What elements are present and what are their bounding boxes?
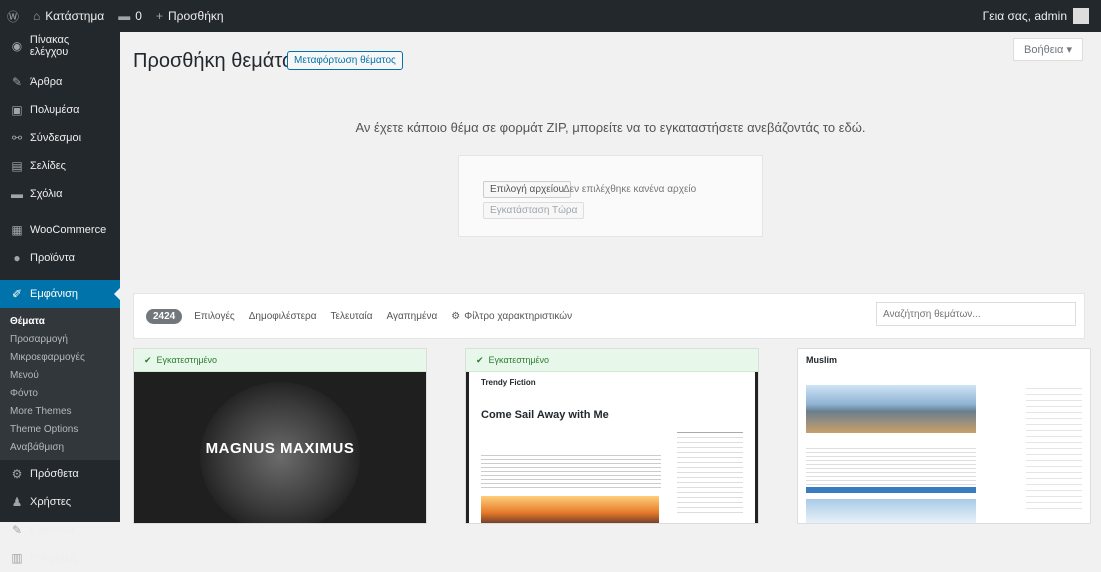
filter-favorites[interactable]: Αγαπημένα bbox=[387, 311, 438, 322]
preview-text-lines bbox=[806, 445, 976, 485]
search-themes-input[interactable] bbox=[876, 302, 1076, 326]
preview-text-lines bbox=[481, 452, 661, 488]
sidebar-item-settings[interactable]: ▥ Ρυθμίσεις bbox=[0, 544, 120, 572]
media-icon: ▣ bbox=[11, 103, 23, 117]
wordpress-logo-icon[interactable]: Ⓦ bbox=[0, 8, 26, 25]
sidebar-item-posts[interactable]: ✎ Άρθρα bbox=[0, 68, 120, 96]
comments-icon: ▬ bbox=[11, 187, 23, 201]
sidebar-item-pages[interactable]: ▤ Σελίδες bbox=[0, 152, 120, 180]
install-now-button[interactable]: Εγκατάσταση Τώρα bbox=[483, 202, 585, 219]
sidebar-item-appearance[interactable]: ✐ Εμφάνιση bbox=[0, 280, 120, 308]
upload-form: Επιλογή αρχείου Δεν επιλέχθηκε κανένα αρ… bbox=[458, 155, 763, 237]
account-menu[interactable]: Γεια σας, admin bbox=[983, 8, 1101, 24]
site-name-link[interactable]: ⌂ Κατάστημα bbox=[26, 9, 111, 23]
settings-icon: ▥ bbox=[11, 551, 23, 565]
theme-screenshot-title: MAGNUS MAXIMUS bbox=[205, 439, 355, 457]
filter-latest[interactable]: Τελευταία bbox=[331, 311, 373, 322]
no-file-text: Δεν επιλέχθηκε κανένα αρχείο bbox=[563, 184, 697, 195]
sidebar-item-products[interactable]: ● Προϊόντα bbox=[0, 244, 120, 272]
users-icon: ♟ bbox=[11, 495, 23, 509]
gear-icon: ⚙ bbox=[451, 310, 461, 322]
preview-widgets bbox=[1026, 383, 1082, 513]
sidebar-item-dashboard[interactable]: ◉ Πίνακας ελέγχου bbox=[0, 32, 120, 60]
woocommerce-icon: ▦ bbox=[11, 223, 23, 237]
sidebar-item-plugins[interactable]: ⚙ Πρόσθετα bbox=[0, 460, 120, 488]
comment-icon: ▬ bbox=[118, 9, 131, 23]
sidebar-item-comments[interactable]: ▬ Σχόλια bbox=[0, 180, 120, 208]
page-title: Προσθήκη θεμάτων bbox=[133, 50, 308, 72]
comments-link[interactable]: ▬ 0 bbox=[111, 9, 149, 23]
theme-card[interactable]: ✔ Εγκατεστημένο Trendy Fiction Come Sail … bbox=[465, 348, 759, 524]
submenu-customize[interactable]: Προσαρμογή bbox=[0, 330, 120, 348]
theme-card[interactable]: Muslim bbox=[797, 348, 1091, 524]
submenu-theme-options[interactable]: Theme Options bbox=[0, 420, 120, 438]
avatar bbox=[1073, 8, 1089, 24]
filter-popular[interactable]: Δημοφιλέστερα bbox=[249, 311, 317, 322]
checkmark-icon: ✔ bbox=[144, 354, 152, 365]
sidebar-item-tools[interactable]: ✎ Εργαλεία bbox=[0, 516, 120, 544]
city-skyline-image bbox=[806, 385, 976, 433]
installed-notice: ✔ Εγκατεστημένο bbox=[466, 349, 758, 372]
submenu-more-themes[interactable]: More Themes bbox=[0, 402, 120, 420]
submenu-menus[interactable]: Μενού bbox=[0, 366, 120, 384]
appearance-icon: ✐ bbox=[11, 287, 23, 301]
preview-blue-bar bbox=[806, 487, 976, 493]
sidebar-item-woocommerce[interactable]: ▦ WooCommerce bbox=[0, 216, 120, 244]
appearance-submenu: Θέματα Προσαρμογή Μικροεφαρμογές Μενού Φ… bbox=[0, 308, 120, 460]
theme-screenshot: Trendy Fiction Come Sail Away with Me bbox=[466, 372, 758, 523]
checkmark-icon: ✔ bbox=[476, 354, 484, 365]
upload-description: Αν έχετε κάποιο θέμα σε φορμάτ ZIP, μπορ… bbox=[355, 120, 866, 135]
preview-site-title: Trendy Fiction bbox=[481, 378, 536, 387]
plus-icon: + bbox=[155, 9, 163, 23]
preview-sidebar bbox=[677, 432, 743, 513]
filter-featured[interactable]: Επιλογές bbox=[194, 311, 234, 322]
theme-card[interactable]: ✔ Εγκατεστημένο MAGNUS MAXIMUS bbox=[133, 348, 427, 524]
tools-icon: ✎ bbox=[11, 523, 23, 537]
dashboard-icon: ◉ bbox=[11, 39, 23, 53]
choose-file-button[interactable]: Επιλογή αρχείου bbox=[483, 181, 571, 198]
admin-sidebar: ◉ Πίνακας ελέγχου ✎ Άρθρα ▣ Πολυμέσα ⚯ Σύνδε… bbox=[0, 32, 120, 565]
plugins-icon: ⚙ bbox=[11, 467, 23, 481]
theme-screenshot: Muslim bbox=[798, 349, 1090, 523]
preview-post-title: Come Sail Away with Me bbox=[481, 409, 609, 421]
preview-photo bbox=[806, 499, 976, 523]
submenu-background[interactable]: Φόντο bbox=[0, 384, 120, 402]
submenu-upgrade[interactable]: Αναβάθμιση bbox=[0, 438, 120, 456]
theme-screenshot: MAGNUS MAXIMUS bbox=[134, 372, 426, 523]
installed-notice: ✔ Εγκατεστημένο bbox=[134, 349, 426, 372]
upload-theme-button[interactable]: Μεταφόρτωση θέματος bbox=[287, 51, 403, 70]
products-icon: ● bbox=[13, 251, 21, 265]
feature-filter-button[interactable]: ⚙ Φίλτρο χαρακτηριστικών bbox=[451, 311, 572, 322]
help-button[interactable]: Βοήθεια ▾ bbox=[1013, 38, 1083, 61]
sidebar-item-users[interactable]: ♟ Χρήστες bbox=[0, 488, 120, 516]
preview-brand: Muslim bbox=[806, 355, 838, 365]
submenu-widgets[interactable]: Μικροεφαρμογές bbox=[0, 348, 120, 366]
sunset-image bbox=[481, 496, 659, 523]
new-content-link[interactable]: + Προσθήκη bbox=[149, 9, 231, 23]
pin-icon: ✎ bbox=[11, 75, 23, 89]
theme-count-badge: 2424 bbox=[146, 308, 183, 324]
home-icon: ⌂ bbox=[33, 9, 41, 23]
theme-filter-bar: 2424 Επιλογές Δημοφιλέστερα Τελευταία Αγ… bbox=[133, 293, 1085, 339]
admin-bar: Ⓦ ⌂ Κατάστημα ▬ 0 + Προσθήκη Γεια σας, admi… bbox=[0, 0, 1101, 32]
pages-icon: ▤ bbox=[11, 159, 23, 173]
submenu-themes[interactable]: Θέματα bbox=[0, 312, 120, 330]
